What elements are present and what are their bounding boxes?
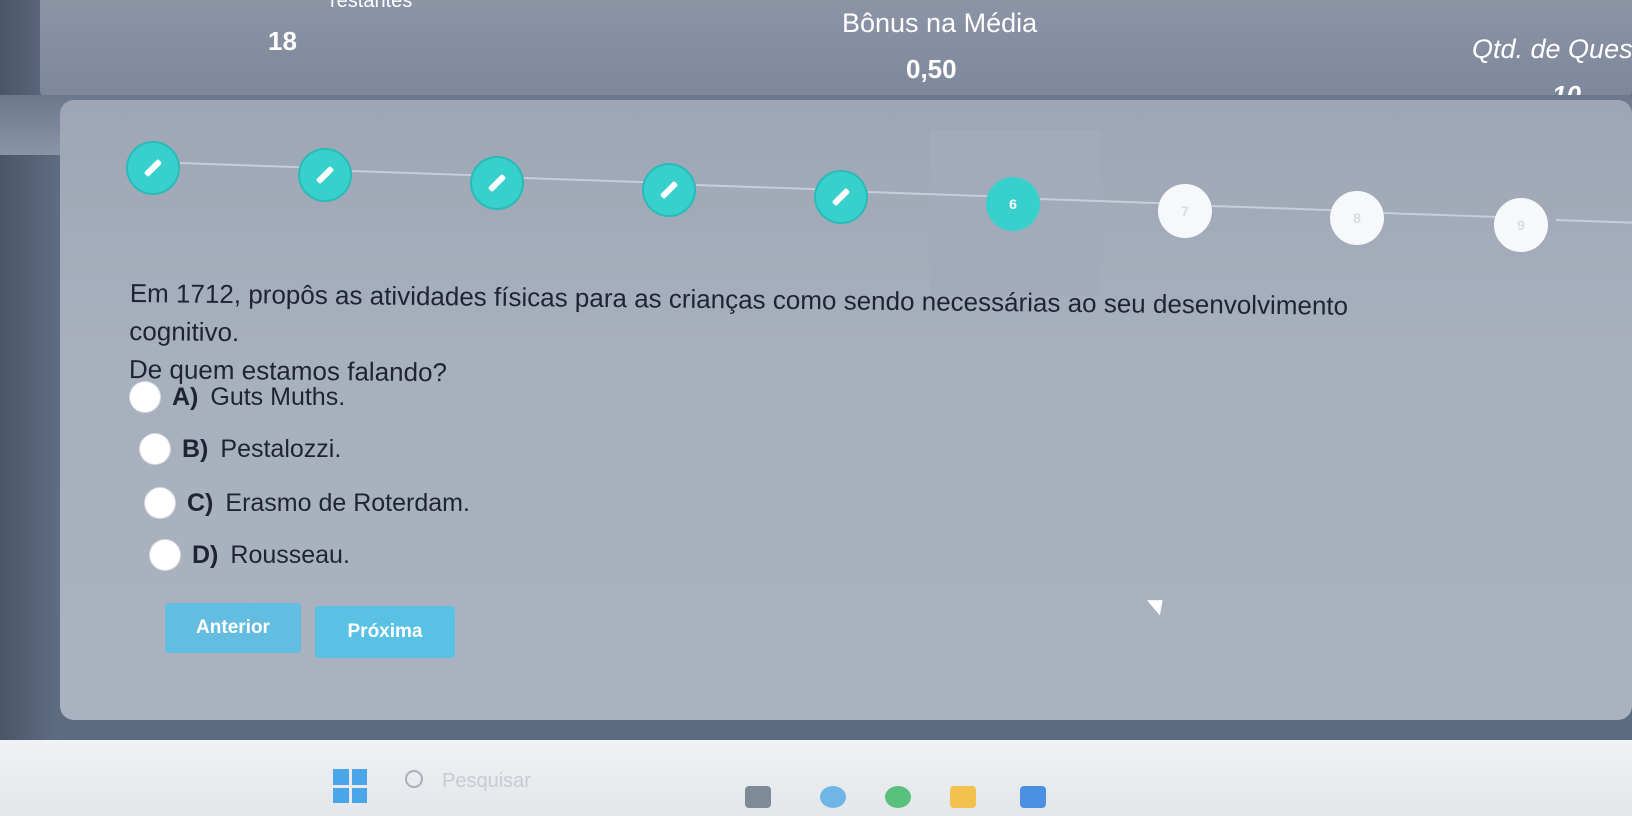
remaining-value: 18 (268, 26, 297, 56)
step-number: 6 (1009, 196, 1017, 212)
option-letter: B) (182, 434, 209, 463)
step-9[interactable]: 9 (1494, 198, 1548, 252)
step-2[interactable] (298, 148, 352, 202)
search-icon[interactable] (405, 770, 423, 788)
bonus-value: 0,50 (906, 54, 957, 84)
option-c[interactable]: C) Erasmo de Roterdam. (145, 488, 470, 518)
option-text: Rousseau. (230, 540, 350, 569)
option-letter: D) (192, 540, 219, 569)
option-text: Guts Muths. (210, 382, 346, 411)
question-statement: Em 1712, propôs as atividades físicas pa… (129, 277, 1349, 348)
option-letter: C) (187, 488, 214, 517)
bonus-label: Bônus na Média (842, 8, 1038, 38)
store-icon[interactable] (1020, 786, 1046, 808)
step-6[interactable]: 6 (986, 177, 1040, 231)
step-8[interactable]: 8 (1330, 191, 1384, 245)
option-b[interactable]: B) Pestalozzi. (140, 434, 341, 464)
step-3[interactable] (470, 156, 524, 210)
pencil-icon (315, 165, 335, 185)
option-letter: A) (172, 382, 199, 411)
step-7[interactable]: 7 (1158, 184, 1212, 238)
radio-button[interactable] (145, 488, 175, 518)
option-text: Erasmo de Roterdam. (225, 488, 470, 517)
option-text: Pestalozzi. (220, 434, 342, 463)
windows-start-icon[interactable] (333, 769, 367, 803)
radio-button[interactable] (140, 434, 170, 464)
taskbar-search-input[interactable]: Pesquisar (442, 770, 531, 793)
option-a[interactable]: A) Guts Muths. (130, 382, 345, 412)
question-count-label: Qtd. de Quest (1472, 34, 1632, 64)
task-view-icon[interactable] (745, 786, 771, 808)
pencil-icon (659, 180, 679, 200)
step-1[interactable] (126, 141, 180, 195)
step-number: 9 (1517, 217, 1525, 233)
pencil-icon (487, 173, 507, 193)
file-explorer-icon[interactable] (950, 786, 976, 808)
next-button[interactable]: Próxima (315, 606, 455, 658)
pencil-icon (831, 187, 851, 207)
chrome-icon[interactable] (885, 786, 911, 808)
pencil-icon (143, 158, 163, 178)
remaining-label: restantes (330, 0, 413, 12)
step-4[interactable] (642, 163, 696, 217)
edge-browser-icon[interactable] (820, 786, 846, 808)
option-d[interactable]: D) Rousseau. (150, 540, 350, 570)
radio-button[interactable] (130, 382, 160, 412)
previous-button[interactable]: Anterior (165, 603, 301, 653)
taskbar (0, 740, 1632, 816)
step-number: 7 (1181, 203, 1189, 219)
radio-button[interactable] (150, 540, 180, 570)
step-number: 8 (1353, 210, 1361, 226)
step-5[interactable] (814, 170, 868, 224)
